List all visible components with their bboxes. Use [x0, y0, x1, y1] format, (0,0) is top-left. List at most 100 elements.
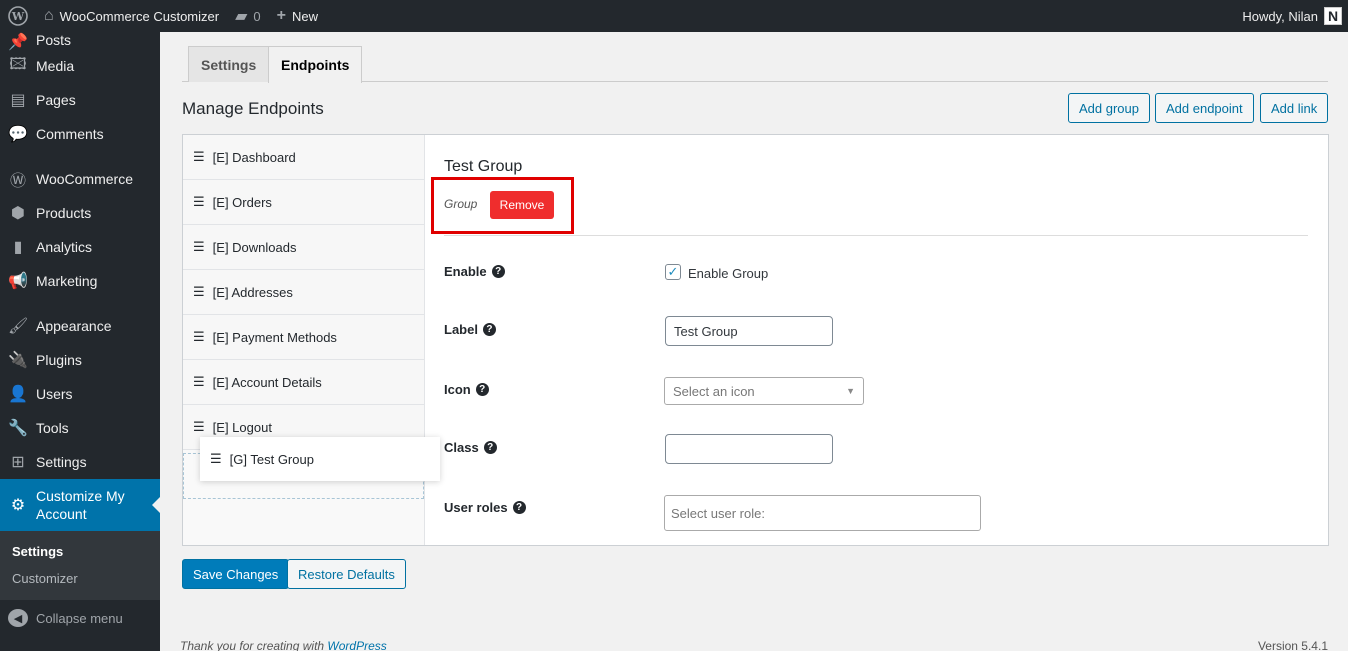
- sidebar-item-label: Products: [36, 205, 92, 221]
- plus-icon: +: [276, 7, 286, 24]
- plugins-icon: 🔌: [8, 352, 28, 369]
- user-roles-label-text: User roles: [444, 500, 508, 515]
- endpoint-type-label: Group: [444, 197, 478, 211]
- sidebar-item-label: Settings: [36, 454, 87, 470]
- sidebar-item-users[interactable]: 👤 Users: [0, 377, 160, 411]
- sidebar-item-products[interactable]: ⬢ Products: [0, 196, 160, 230]
- sidebar-item-label: Tools: [36, 420, 69, 436]
- icon-label-text: Icon: [444, 382, 471, 397]
- settings-icon: ⊞: [11, 454, 25, 471]
- list-item[interactable]: ☰ [E] Account Details: [183, 360, 424, 405]
- submenu-item-customizer[interactable]: Customizer: [0, 565, 160, 592]
- admin-sidebar: 📌 Posts 🖾 Media ▤ Pages 💬 Comments Ⓦ WooCommerce ⬢…: [0, 32, 160, 651]
- sidebar-item-label: Posts: [36, 32, 72, 48]
- sidebar-item-plugins[interactable]: 🔌 Plugins: [0, 343, 160, 377]
- gear-icon: ⚙: [10, 497, 26, 514]
- class-input[interactable]: [665, 434, 833, 464]
- remove-button[interactable]: Remove: [490, 191, 554, 219]
- list-item[interactable]: ☰ [E] Orders: [183, 180, 424, 225]
- enable-group-label[interactable]: Enable Group: [688, 266, 768, 281]
- sidebar-item-settings[interactable]: ⊞ Settings: [0, 445, 160, 479]
- sidebar-item-media[interactable]: 🖾 Media: [0, 49, 160, 83]
- tab-endpoints[interactable]: Endpoints: [268, 46, 363, 83]
- submenu-item-settings[interactable]: Settings: [0, 538, 160, 565]
- footer-thanks: Thank you for creating with WordPress: [180, 639, 387, 651]
- divider: [444, 235, 1308, 236]
- menu-separator: [0, 298, 160, 309]
- add-group-button[interactable]: Add group: [1068, 93, 1150, 123]
- list-item[interactable]: ☰ [E] Addresses: [183, 270, 424, 315]
- sidebar-item-label: Comments: [36, 126, 104, 142]
- drag-handle-icon: ☰: [193, 284, 205, 299]
- label-input[interactable]: Test Group: [665, 316, 833, 346]
- dropdown-arrow-icon: ▼: [846, 386, 855, 396]
- sidebar-item-label: Users: [36, 386, 73, 402]
- add-link-button[interactable]: Add link: [1260, 93, 1329, 123]
- sidebar-item-customize-my-account[interactable]: ⚙ Customize My Account: [0, 479, 160, 531]
- sidebar-item-label: Analytics: [36, 239, 93, 255]
- help-icon[interactable]: ?: [491, 265, 505, 278]
- drag-handle-icon: ☰: [193, 374, 205, 389]
- list-item-label: [E] Dashboard: [212, 149, 296, 165]
- label-label: Label ?: [444, 322, 496, 337]
- sidebar-submenu: Settings Customizer: [0, 531, 160, 600]
- sidebar-item-comments[interactable]: 💬 Comments: [0, 117, 160, 151]
- sidebar-item-tools[interactable]: 🔧 Tools: [0, 411, 160, 445]
- help-icon[interactable]: ?: [483, 441, 497, 454]
- help-icon[interactable]: ?: [482, 323, 496, 336]
- users-icon: 👤: [8, 386, 28, 403]
- dragging-list-item[interactable]: ☰ [G] Test Group: [200, 437, 440, 481]
- analytics-icon: ▮: [13, 239, 23, 256]
- list-item-label: [E] Addresses: [212, 284, 293, 300]
- pages-icon: ▤: [10, 92, 26, 109]
- collapse-menu-button[interactable]: ◀ Collapse menu: [0, 600, 160, 636]
- avatar: N: [1324, 7, 1342, 25]
- new-label: New: [291, 8, 318, 24]
- footer-thanks-text: Thank you for creating with: [180, 639, 328, 651]
- label-label-text: Label: [444, 322, 478, 337]
- help-icon[interactable]: ?: [512, 501, 526, 514]
- sidebar-item-appearance[interactable]: 🖌 Appearance: [0, 309, 160, 343]
- site-name-link[interactable]: ⌂ WooCommerce Customizer: [36, 0, 227, 32]
- svg-text:W: W: [11, 10, 25, 23]
- wordpress-logo-icon[interactable]: W: [0, 0, 36, 32]
- icon-select[interactable]: Select an icon ▼: [664, 377, 864, 405]
- sidebar-item-pages[interactable]: ▤ Pages: [0, 83, 160, 117]
- list-item-label: [E] Logout: [212, 419, 272, 435]
- user-roles-input[interactable]: Select user role:: [664, 495, 981, 531]
- help-icon[interactable]: ?: [475, 383, 489, 396]
- sidebar-item-label: Appearance: [36, 318, 112, 334]
- add-endpoint-button[interactable]: Add endpoint: [1155, 93, 1254, 123]
- list-item[interactable]: ☰ [E] Downloads: [183, 225, 424, 270]
- collapse-arrow-icon: ◀: [8, 609, 28, 627]
- marketing-icon: 📢: [8, 273, 28, 290]
- comments-count: 0: [253, 8, 261, 24]
- list-item[interactable]: ☰ [E] Payment Methods: [183, 315, 424, 360]
- new-content-link[interactable]: + New: [269, 0, 326, 32]
- drag-handle-icon: ☰: [193, 419, 205, 434]
- comment-icon: ▰: [235, 8, 248, 25]
- restore-defaults-button[interactable]: Restore Defaults: [287, 559, 406, 589]
- save-changes-button[interactable]: Save Changes: [182, 559, 290, 589]
- wordpress-link[interactable]: WordPress: [327, 639, 386, 651]
- comments-link[interactable]: ▰ 0: [227, 0, 269, 32]
- endpoint-title: Test Group: [444, 158, 523, 175]
- list-item[interactable]: ☰ [E] Dashboard: [183, 135, 424, 180]
- class-label-text: Class: [444, 440, 479, 455]
- appearance-icon: 🖌: [8, 318, 29, 335]
- sidebar-item-woocommerce[interactable]: Ⓦ WooCommerce: [0, 162, 160, 196]
- enable-group-checkbox[interactable]: ✓: [665, 264, 681, 280]
- tab-settings[interactable]: Settings: [188, 46, 270, 82]
- sidebar-item-label: Pages: [36, 92, 76, 108]
- sidebar-item-analytics[interactable]: ▮ Analytics: [0, 230, 160, 264]
- list-item-label: [E] Account Details: [212, 374, 322, 390]
- sidebar-item-label: Marketing: [36, 273, 98, 289]
- manage-endpoints-title: Manage Endpoints: [182, 99, 324, 118]
- menu-separator: [0, 151, 160, 162]
- my-account-link[interactable]: Howdy, Nilan N: [1234, 0, 1348, 32]
- endpoints-panel: ☰ [E] Dashboard ☰ [E] Orders ☰ [E] Downloads ☰…: [182, 134, 1329, 546]
- sidebar-item-posts[interactable]: 📌 Posts: [0, 32, 160, 51]
- drag-handle-icon: ☰: [193, 149, 205, 164]
- endpoints-list: ☰ [E] Dashboard ☰ [E] Orders ☰ [E] Downloads ☰…: [183, 135, 425, 545]
- sidebar-item-marketing[interactable]: 📢 Marketing: [0, 264, 160, 298]
